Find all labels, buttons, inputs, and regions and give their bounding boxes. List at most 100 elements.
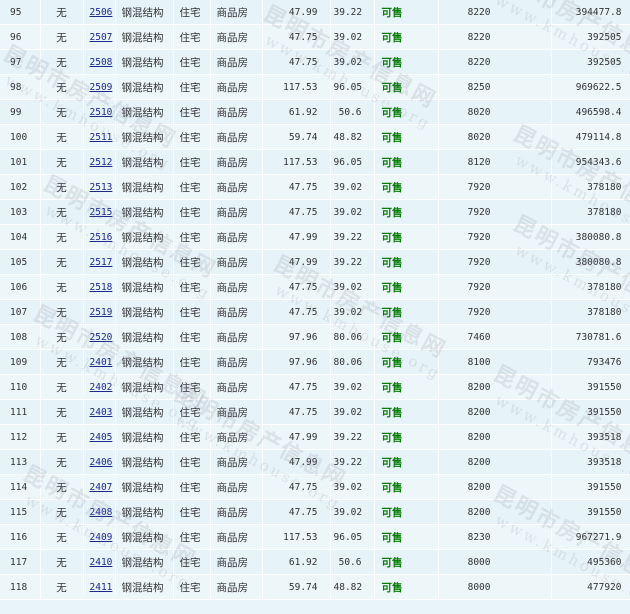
- total-price: 954343.6: [551, 149, 630, 175]
- total-price: 392505: [551, 49, 630, 75]
- unit-price: 8250: [438, 74, 552, 100]
- sale-status: 可售: [374, 524, 439, 550]
- total-price: 378180: [551, 199, 630, 225]
- building-area: 47.75: [262, 374, 331, 400]
- row-index: 117: [0, 549, 41, 575]
- table-row: 112 无 2405 钢混结构 住宅 商品房 47.99 39.22 可售 8200 393518: [0, 424, 630, 450]
- room-link[interactable]: 2406: [90, 457, 113, 468]
- room-link[interactable]: 2509: [90, 82, 113, 93]
- unit-price: 7920: [438, 199, 552, 225]
- unit-price: 7920: [438, 299, 552, 325]
- room-number-link: 2407: [83, 474, 116, 500]
- room-link[interactable]: 2411: [90, 582, 113, 593]
- room-link[interactable]: 2408: [90, 507, 113, 518]
- room-link[interactable]: 2515: [90, 207, 113, 218]
- room-link[interactable]: 2401: [90, 357, 113, 368]
- structure-type: 钢混结构: [115, 574, 174, 600]
- table-row: 102 无 2513 钢混结构 住宅 商品房 47.75 39.02 可售 7920 378180: [0, 174, 630, 200]
- structure-type: 钢混结构: [115, 174, 174, 200]
- room-link[interactable]: 2510: [90, 107, 113, 118]
- inner-area: 50.6: [330, 549, 375, 575]
- room-link[interactable]: 2519: [90, 307, 113, 318]
- building-area: 47.99: [262, 0, 331, 25]
- room-number-link: 2520: [83, 324, 116, 350]
- usage-type: 住宅: [173, 199, 211, 225]
- row-index: 99: [0, 99, 41, 125]
- room-link[interactable]: 2405: [90, 432, 113, 443]
- structure-type: 钢混结构: [115, 149, 174, 175]
- sale-status: 可售: [374, 574, 439, 600]
- unit-table: 95 无 2506 钢混结构 住宅 商品房 47.99 39.22 可售 8220 394477.8…: [0, 0, 630, 600]
- building-area: 47.99: [262, 249, 331, 275]
- total-price: 380080.8: [551, 224, 630, 250]
- building-area: 59.74: [262, 124, 331, 150]
- room-link[interactable]: 2410: [90, 557, 113, 568]
- inner-area: 39.02: [330, 499, 375, 525]
- building-area: 47.99: [262, 224, 331, 250]
- mortgage-flag: 无: [40, 574, 84, 600]
- room-link[interactable]: 2518: [90, 282, 113, 293]
- room-link[interactable]: 2409: [90, 532, 113, 543]
- table-row: 98 无 2509 钢混结构 住宅 商品房 117.53 96.05 可售 8250 969622.…: [0, 74, 630, 100]
- usage-type: 住宅: [173, 274, 211, 300]
- room-number-link: 2408: [83, 499, 116, 525]
- room-link[interactable]: 2506: [90, 7, 113, 18]
- unit-price: 8200: [438, 374, 552, 400]
- housing-type: 商品房: [210, 274, 263, 300]
- sale-status: 可售: [374, 74, 439, 100]
- total-price: 479114.8: [551, 124, 630, 150]
- housing-type: 商品房: [210, 574, 263, 600]
- inner-area: 39.02: [330, 49, 375, 75]
- structure-type: 钢混结构: [115, 274, 174, 300]
- structure-type: 钢混结构: [115, 124, 174, 150]
- inner-area: 39.22: [330, 424, 375, 450]
- unit-price: 7460: [438, 324, 552, 350]
- total-price: 393518: [551, 424, 630, 450]
- housing-type: 商品房: [210, 249, 263, 275]
- table-row: 101 无 2512 钢混结构 住宅 商品房 117.53 96.05 可售 8120 954343…: [0, 149, 630, 175]
- structure-type: 钢混结构: [115, 24, 174, 50]
- building-area: 47.75: [262, 299, 331, 325]
- housing-type: 商品房: [210, 199, 263, 225]
- room-link[interactable]: 2520: [90, 332, 113, 343]
- mortgage-flag: 无: [40, 449, 84, 475]
- total-price: 496598.4: [551, 99, 630, 125]
- room-number-link: 2517: [83, 249, 116, 275]
- housing-type: 商品房: [210, 424, 263, 450]
- structure-type: 钢混结构: [115, 0, 174, 25]
- room-number-link: 2510: [83, 99, 116, 125]
- sale-status: 可售: [374, 349, 439, 375]
- room-link[interactable]: 2508: [90, 57, 113, 68]
- inner-area: 39.22: [330, 224, 375, 250]
- room-link[interactable]: 2402: [90, 382, 113, 393]
- row-index: 96: [0, 24, 41, 50]
- room-link[interactable]: 2407: [90, 482, 113, 493]
- row-index: 102: [0, 174, 41, 200]
- room-link[interactable]: 2507: [90, 32, 113, 43]
- sale-status: 可售: [374, 474, 439, 500]
- room-number-link: 2508: [83, 49, 116, 75]
- room-link[interactable]: 2516: [90, 232, 113, 243]
- table-row: 104 无 2516 钢混结构 住宅 商品房 47.99 39.22 可售 7920 380080.…: [0, 224, 630, 250]
- room-link[interactable]: 2512: [90, 157, 113, 168]
- mortgage-flag: 无: [40, 549, 84, 575]
- unit-price: 8020: [438, 99, 552, 125]
- usage-type: 住宅: [173, 324, 211, 350]
- room-number-link: 2509: [83, 74, 116, 100]
- room-link[interactable]: 2403: [90, 407, 113, 418]
- unit-price: 8000: [438, 574, 552, 600]
- unit-price: 7920: [438, 249, 552, 275]
- room-link[interactable]: 2511: [90, 132, 113, 143]
- room-number-link: 2406: [83, 449, 116, 475]
- usage-type: 住宅: [173, 349, 211, 375]
- room-link[interactable]: 2513: [90, 182, 113, 193]
- unit-price: 8200: [438, 499, 552, 525]
- mortgage-flag: 无: [40, 224, 84, 250]
- housing-type: 商品房: [210, 524, 263, 550]
- housing-type: 商品房: [210, 149, 263, 175]
- sale-status: 可售: [374, 0, 439, 25]
- room-link[interactable]: 2517: [90, 257, 113, 268]
- housing-type: 商品房: [210, 299, 263, 325]
- structure-type: 钢混结构: [115, 99, 174, 125]
- housing-type: 商品房: [210, 49, 263, 75]
